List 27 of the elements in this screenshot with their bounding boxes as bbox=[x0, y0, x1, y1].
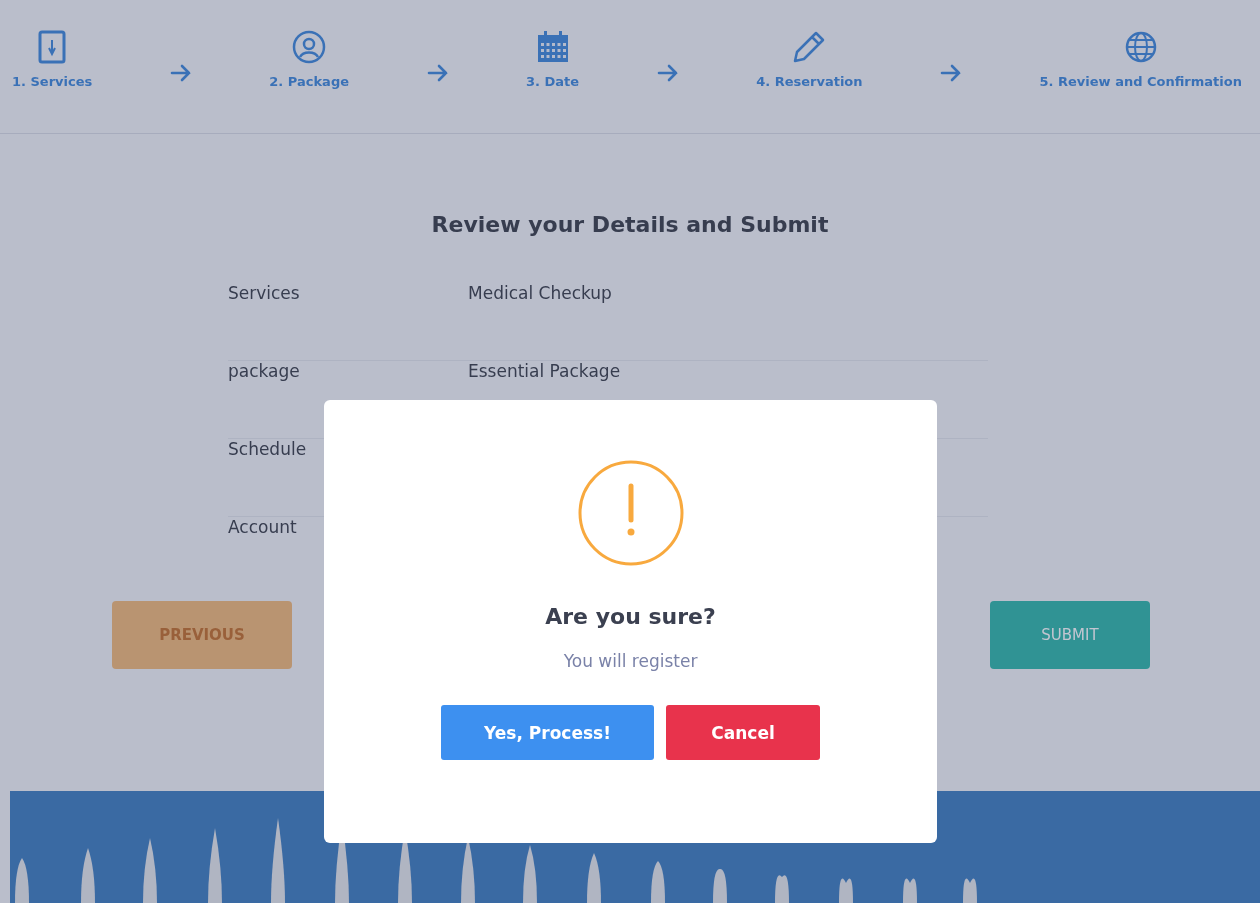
detail-value: Essential Package bbox=[468, 361, 621, 381]
step-label[interactable]: 1. Services bbox=[12, 74, 93, 89]
warning-icon bbox=[577, 460, 684, 566]
detail-label: package bbox=[228, 361, 301, 381]
submit-button[interactable]: SUBMIT bbox=[990, 601, 1150, 669]
document-icon bbox=[37, 30, 68, 64]
step-label[interactable]: 5. Review and Confirmation bbox=[1039, 74, 1242, 89]
pencil-icon bbox=[792, 30, 827, 64]
detail-value: Medical Checkup bbox=[468, 283, 612, 303]
user-circle-icon bbox=[292, 30, 327, 64]
step-label[interactable]: 4. Reservation bbox=[756, 74, 863, 89]
globe-icon bbox=[1123, 30, 1158, 64]
detail-label: Account bbox=[228, 517, 298, 537]
arrow-right-icon bbox=[940, 62, 963, 84]
arrow-right-icon bbox=[169, 62, 192, 84]
dialog-message: You will register bbox=[563, 651, 698, 671]
detail-label: Services bbox=[228, 283, 301, 303]
calendar-icon bbox=[535, 30, 570, 64]
confirm-button[interactable]: Yes, Process! bbox=[441, 705, 654, 760]
step-label[interactable]: 3. Date bbox=[526, 74, 580, 89]
cancel-button[interactable]: Cancel bbox=[666, 705, 820, 760]
arrow-right-icon bbox=[656, 62, 679, 84]
review-heading: Review your Details and Submit bbox=[430, 212, 830, 237]
detail-label: Schedule bbox=[228, 439, 308, 459]
arrow-right-icon bbox=[426, 62, 449, 84]
dialog-title: Are you sure? bbox=[545, 604, 716, 629]
step-label[interactable]: 2. Package bbox=[269, 74, 349, 89]
